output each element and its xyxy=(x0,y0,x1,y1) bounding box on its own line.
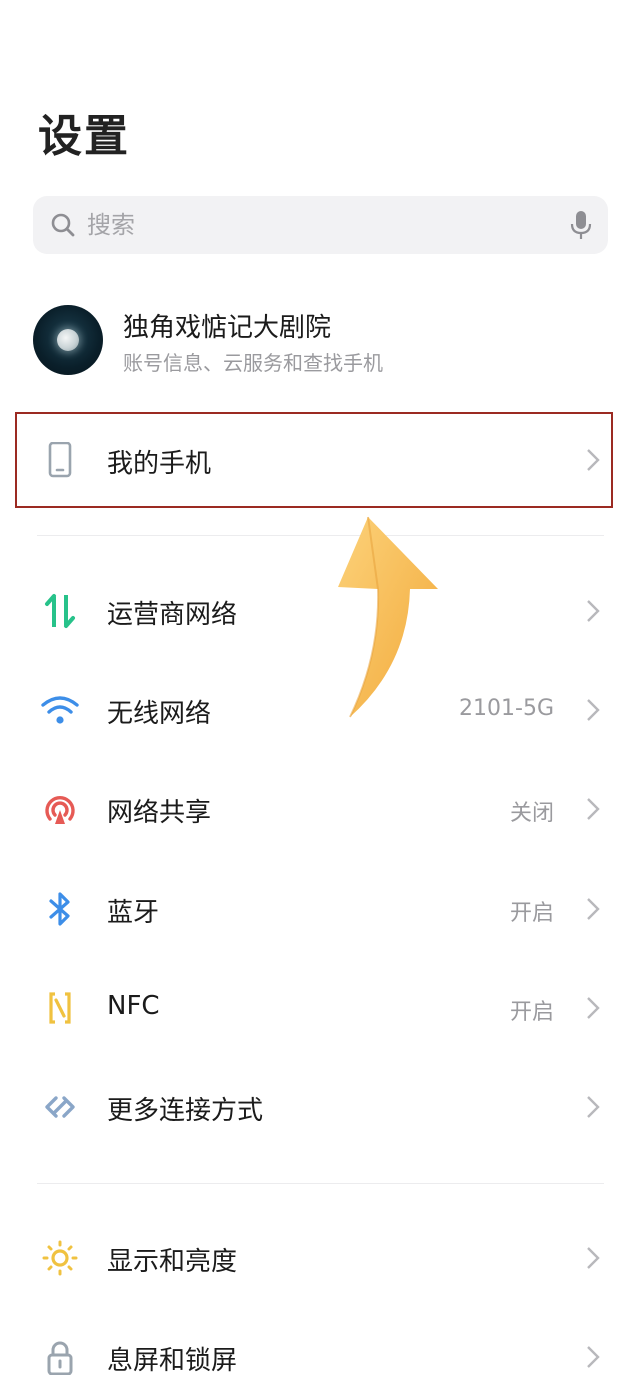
bluetooth-icon xyxy=(40,891,80,927)
page-title: 设置 xyxy=(38,111,130,162)
settings-item-carrier-network[interactable]: 运营商网络 xyxy=(0,576,640,646)
chevron-right-icon xyxy=(586,996,600,1024)
search-icon xyxy=(49,211,77,243)
sun-icon xyxy=(40,1240,80,1276)
settings-item-hotspot[interactable]: 网络共享 关闭 xyxy=(0,774,640,844)
divider xyxy=(37,1183,604,1184)
settings-item-bluetooth[interactable]: 蓝牙 开启 xyxy=(0,874,640,944)
wifi-network-name: 2101-5G xyxy=(459,696,554,721)
nfc-icon xyxy=(40,990,80,1026)
hotspot-status: 关闭 xyxy=(509,801,554,826)
settings-item-label: 运营商网络 xyxy=(107,600,238,630)
account-subtitle: 账号信息、云服务和查找手机 xyxy=(123,351,383,375)
chevron-right-icon xyxy=(586,1095,600,1123)
settings-item-label: 显示和亮度 xyxy=(107,1247,238,1277)
lock-icon xyxy=(40,1339,80,1376)
nfc-status: 开启 xyxy=(509,1000,554,1025)
chevron-right-icon xyxy=(586,599,600,627)
divider xyxy=(37,535,604,536)
bluetooth-status: 开启 xyxy=(509,901,554,926)
settings-item-lock-screen[interactable]: 息屏和锁屏 xyxy=(0,1322,640,1392)
settings-item-nfc[interactable]: NFC 开启 xyxy=(0,973,640,1043)
chevron-right-icon xyxy=(586,797,600,825)
settings-item-wifi[interactable]: 无线网络 2101-5G xyxy=(0,675,640,745)
avatar xyxy=(33,305,103,375)
settings-item-label: 蓝牙 xyxy=(107,898,160,928)
settings-item-label: 息屏和锁屏 xyxy=(107,1346,238,1376)
microphone-icon[interactable] xyxy=(570,210,592,244)
annotation-arrow-icon xyxy=(330,515,450,729)
account-name: 独角戏惦记大剧院 xyxy=(123,313,332,343)
settings-item-label: 更多连接方式 xyxy=(107,1096,264,1126)
account-card[interactable]: 独角戏惦记大剧院 账号信息、云服务和查找手机 xyxy=(33,305,608,379)
search-input[interactable] xyxy=(87,196,547,254)
settings-item-label: 网络共享 xyxy=(107,798,212,828)
chevron-right-icon xyxy=(586,897,600,925)
wifi-icon xyxy=(40,692,80,728)
settings-item-more-connections[interactable]: 更多连接方式 xyxy=(0,1072,640,1142)
highlight-box xyxy=(15,412,613,508)
hotspot-icon xyxy=(40,791,80,827)
link-icon xyxy=(40,1089,80,1125)
settings-item-display[interactable]: 显示和亮度 xyxy=(0,1223,640,1293)
chevron-right-icon xyxy=(586,698,600,726)
settings-item-label: NFC xyxy=(107,991,160,1021)
search-bar[interactable] xyxy=(33,196,608,254)
chevron-right-icon xyxy=(586,1246,600,1274)
signal-arrows-icon xyxy=(40,593,80,629)
settings-item-label: 无线网络 xyxy=(107,699,212,729)
